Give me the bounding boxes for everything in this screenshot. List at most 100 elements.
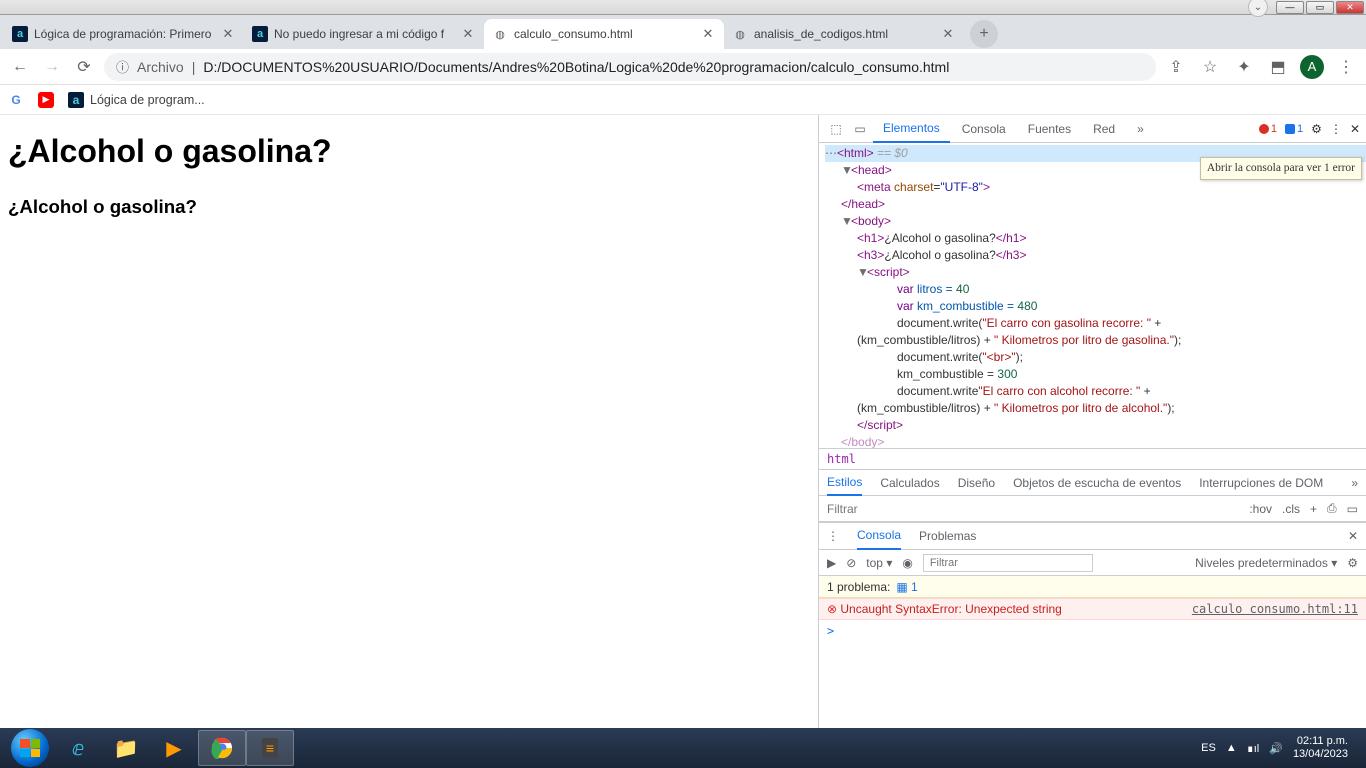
issue-count[interactable]: 1 (1285, 123, 1303, 135)
breadcrumb[interactable]: html (819, 448, 1366, 470)
tray-vol[interactable]: 🔊 (1269, 742, 1283, 755)
start-button[interactable] (6, 730, 54, 766)
tab-close[interactable]: ✕ (220, 26, 236, 42)
styles-tabs: Estilos Calculados Diseño Objetos de esc… (819, 470, 1366, 496)
page-h1: ¿Alcohol o gasolina? (8, 133, 810, 170)
inspect-icon[interactable]: ⬚ (825, 122, 847, 136)
styles-more[interactable]: » (1351, 476, 1358, 490)
devtools-close[interactable]: ✕ (1350, 122, 1360, 136)
drawer-tab-consola[interactable]: Consola (857, 522, 901, 550)
tab-close[interactable]: ✕ (940, 26, 956, 42)
tray-lang[interactable]: ES (1201, 742, 1216, 754)
bookmark-label: Lógica de program... (90, 93, 205, 107)
window-maximize[interactable]: ▭ (1306, 1, 1334, 14)
log-levels[interactable]: Niveles predeterminados ▾ (1195, 556, 1337, 570)
taskbar-chrome[interactable] (198, 730, 246, 766)
tab-calculo-consumo[interactable]: ◍ calculo_consumo.html ✕ (484, 19, 724, 49)
site-info-icon[interactable]: ⓘ (116, 57, 129, 76)
address-bar[interactable]: ⓘ Archivo | D:/DOCUMENTOS%20USUARIO/Docu… (104, 53, 1156, 81)
tab-estilos[interactable]: Estilos (827, 470, 862, 496)
window-minimize[interactable]: — (1276, 1, 1304, 14)
cls-toggle[interactable]: .cls (1282, 502, 1300, 516)
tab-listeners[interactable]: Objetos de escucha de eventos (1013, 476, 1181, 490)
new-tab-button[interactable]: + (970, 20, 998, 48)
alura-icon: a (68, 92, 84, 108)
error-tooltip: Abrir la consola para ver 1 error (1200, 157, 1362, 180)
tab-diseno[interactable]: Diseño (958, 476, 995, 490)
share-icon[interactable]: ⇪ (1164, 55, 1188, 79)
page-content: ¿Alcohol o gasolina? ¿Alcohol o gasolina… (0, 115, 818, 728)
windows-taskbar: ⅇ 📁 ▶ ≡ ES ▲ ∎ıl 🔊 02:11 p.m. 13/04/2023 (0, 728, 1366, 768)
error-source-link[interactable]: calculo consumo.html:11 (1192, 602, 1358, 616)
tray-net[interactable]: ∎ıl (1247, 742, 1260, 755)
tab-close[interactable]: ✕ (700, 26, 716, 42)
console-drawer-tabs: ⋮ Consola Problemas ✕ (819, 522, 1366, 550)
update-icon[interactable]: ⬒ (1266, 55, 1290, 79)
tab-calculados[interactable]: Calculados (880, 476, 939, 490)
taskbar-mediaplayer[interactable]: ▶ (150, 730, 198, 766)
star-icon[interactable]: ☆ (1198, 55, 1222, 79)
tab-alura-1[interactable]: a Lógica de programación: Primero ✕ (4, 19, 244, 49)
tab-fuentes[interactable]: Fuentes (1018, 115, 1081, 143)
context-selector[interactable]: top ▾ (866, 556, 892, 570)
device-toggle-icon[interactable]: ▭ (849, 122, 871, 136)
clear-console[interactable]: ⊘ (846, 556, 856, 570)
tab-title: Lógica de programación: Primero (34, 27, 214, 41)
bookmark-google[interactable]: G (8, 92, 24, 108)
taskbar-explorer[interactable]: 📁 (102, 730, 150, 766)
tray-clock[interactable]: 02:11 p.m. 13/04/2023 (1293, 735, 1348, 761)
console-sidebar-toggle[interactable]: ▶ (827, 556, 836, 570)
tab-consola[interactable]: Consola (952, 115, 1016, 143)
drawer-menu[interactable]: ⋮ (827, 529, 839, 543)
console-error[interactable]: ⊗ Uncaught SyntaxError: Unexpected strin… (819, 598, 1366, 620)
bookmark-alura[interactable]: a Lógica de program... (68, 92, 205, 108)
tab-dom-breakpoints[interactable]: Interrupciones de DOM (1199, 476, 1323, 490)
page-h3: ¿Alcohol o gasolina? (8, 196, 810, 218)
nav-reload[interactable]: ⟳ (72, 55, 96, 79)
tray-up[interactable]: ▲ (1226, 742, 1237, 754)
live-expression[interactable]: ◉ (902, 556, 912, 570)
hov-toggle[interactable]: :hov (1249, 502, 1272, 516)
devtools-tabs: ⬚ ▭ Elementos Consola Fuentes Red » 1 1 … (819, 115, 1366, 143)
bookmark-youtube[interactable]: ▶ (38, 92, 54, 108)
alura-favicon: a (252, 26, 268, 42)
device-icon[interactable]: ⎙ (1327, 501, 1337, 516)
bookmarks-bar: G ▶ a Lógica de program... (0, 85, 1366, 115)
devtools-menu[interactable]: ⋮ (1330, 122, 1342, 136)
elements-tree[interactable]: Abrir la consola para ver 1 error ⋯<html… (819, 143, 1366, 448)
toolbar: ← → ⟳ ⓘ Archivo | D:/DOCUMENTOS%20USUARI… (0, 49, 1366, 85)
extensions-icon[interactable]: ✦ (1232, 55, 1256, 79)
drawer-tab-problemas[interactable]: Problemas (919, 529, 976, 543)
nav-back[interactable]: ← (8, 55, 32, 79)
devtools-panel: ⬚ ▭ Elementos Consola Fuentes Red » 1 1 … (818, 115, 1366, 728)
tabs-more[interactable]: » (1127, 115, 1154, 143)
settings-icon[interactable]: ⚙ (1311, 122, 1322, 136)
styles-filter-input[interactable] (827, 502, 1241, 516)
new-style-rule[interactable]: + (1310, 502, 1317, 516)
chrome-menu[interactable]: ⋮ (1334, 55, 1358, 79)
styles-filter-row: :hov .cls + ⎙ ▭ (819, 496, 1366, 522)
problem-summary[interactable]: 1 problema: ▦ 1 (819, 576, 1366, 598)
tab-red[interactable]: Red (1083, 115, 1125, 143)
tab-alura-2[interactable]: a No puedo ingresar a mi código f ✕ (244, 19, 484, 49)
tab-analisis[interactable]: ◍ analisis_de_codigos.html ✕ (724, 19, 964, 49)
taskbar-ie[interactable]: ⅇ (54, 730, 102, 766)
drawer-close[interactable]: ✕ (1348, 529, 1358, 543)
console-settings[interactable]: ⚙ (1347, 556, 1358, 570)
tab-close[interactable]: ✕ (460, 26, 476, 42)
error-count[interactable]: 1 (1259, 123, 1277, 135)
console-filter-input[interactable] (923, 554, 1093, 572)
globe-favicon: ◍ (732, 26, 748, 42)
tab-elementos[interactable]: Elementos (873, 115, 950, 143)
console-prompt[interactable]: > (819, 620, 1366, 642)
profile-avatar[interactable]: A (1300, 55, 1324, 79)
tab-title: calculo_consumo.html (514, 27, 694, 41)
layout-icon[interactable]: ▭ (1347, 502, 1358, 516)
globe-favicon: ◍ (492, 26, 508, 42)
youtube-icon: ▶ (38, 92, 54, 108)
taskbar-sublime[interactable]: ≡ (246, 730, 294, 766)
browser-tabstrip: a Lógica de programación: Primero ✕ a No… (0, 15, 1366, 49)
console-toolbar: ▶ ⊘ top ▾ ◉ Niveles predeterminados ▾ ⚙ (819, 550, 1366, 576)
window-close[interactable]: ✕ (1336, 1, 1364, 14)
nav-forward[interactable]: → (40, 55, 64, 79)
